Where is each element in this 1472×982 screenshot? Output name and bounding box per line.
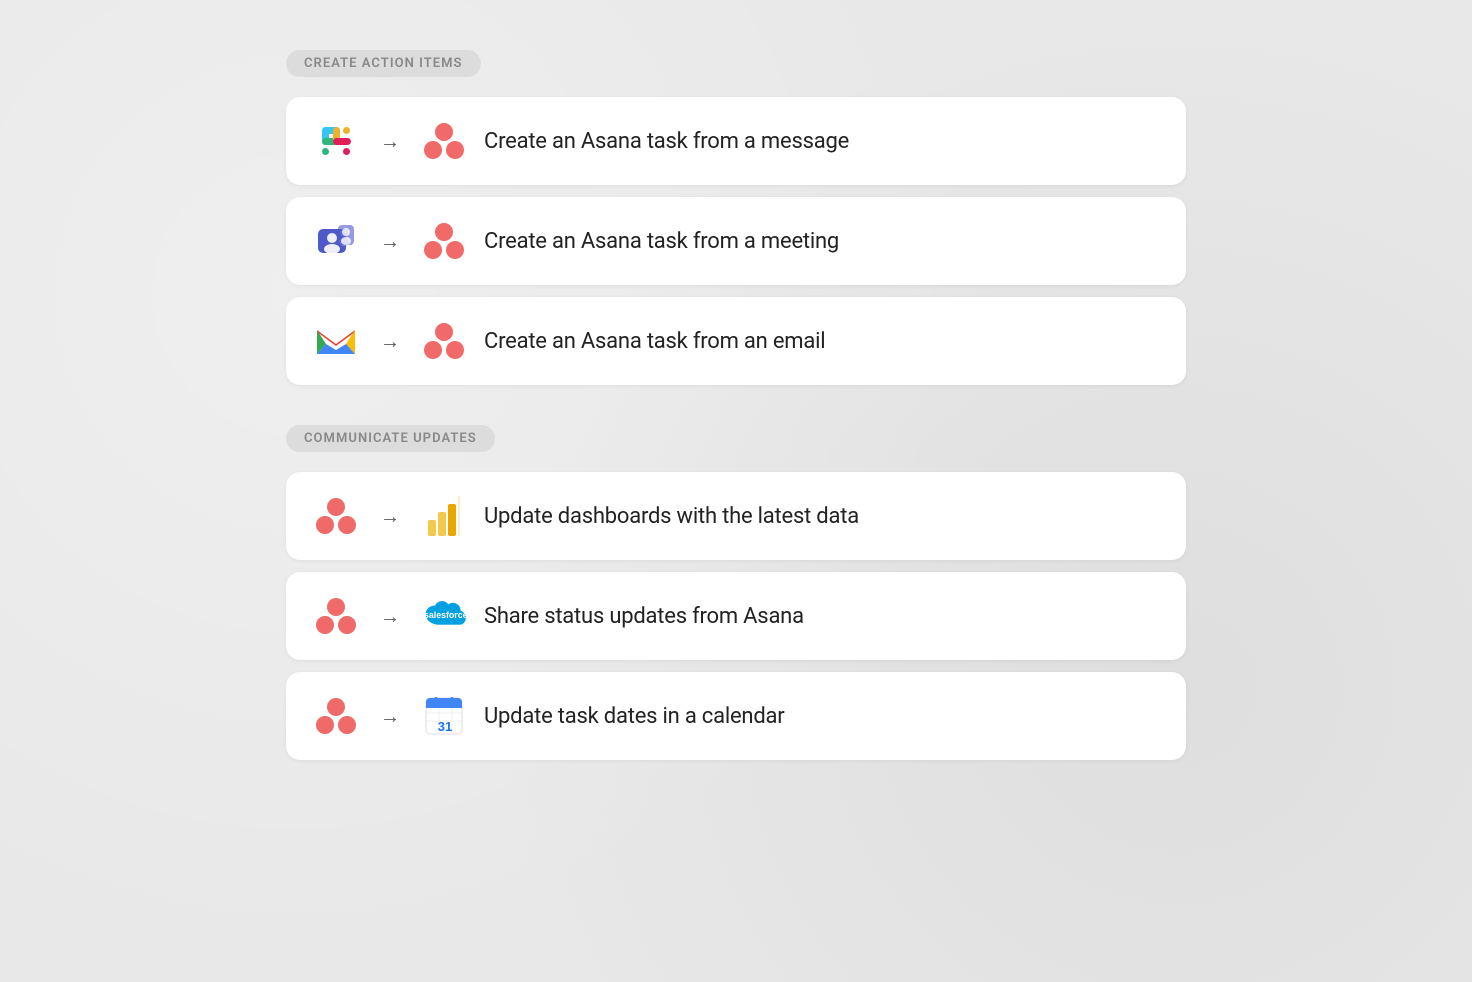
- card-label: Update task dates in a calendar: [484, 704, 785, 729]
- asana-icon: [314, 494, 358, 538]
- asana-icon: [422, 119, 466, 163]
- powerbi-icon: [422, 494, 466, 538]
- card-slack-to-asana[interactable]: → Create an Asana task from a message: [286, 97, 1186, 185]
- salesforce-icon: salesforce: [422, 594, 466, 638]
- gcal-icon: 31: [422, 694, 466, 738]
- card-asana-to-gcal[interactable]: → 31 Update task dates in a calendar: [286, 672, 1186, 760]
- asana-icon: [422, 219, 466, 263]
- section-create-action-items: CREATE ACTION ITEMS → Create an Asana ta…: [286, 50, 1186, 385]
- card-asana-to-powerbi[interactable]: → Update dashboards with the latest data: [286, 472, 1186, 560]
- svg-text:31: 31: [438, 719, 452, 734]
- slack-icon: [314, 119, 358, 163]
- card-label: Share status updates from Asana: [484, 604, 804, 629]
- arrow-icon: →: [380, 329, 400, 354]
- card-label: Create an Asana task from a message: [484, 129, 849, 154]
- section-label-create-action-items: CREATE ACTION ITEMS: [286, 50, 481, 77]
- teams-icon: [314, 219, 358, 263]
- arrow-icon: →: [380, 604, 400, 629]
- card-label: Update dashboards with the latest data: [484, 504, 859, 529]
- arrow-icon: →: [380, 129, 400, 154]
- card-label: Create an Asana task from an email: [484, 329, 825, 354]
- arrow-icon: →: [380, 504, 400, 529]
- arrow-icon: →: [380, 704, 400, 729]
- main-container: CREATE ACTION ITEMS → Create an Asana ta…: [286, 50, 1186, 800]
- section-label-communicate-updates: COMMUNICATE UPDATES: [286, 425, 495, 452]
- asana-icon: [314, 694, 358, 738]
- svg-text:salesforce: salesforce: [424, 610, 466, 620]
- card-asana-to-salesforce[interactable]: → salesforce Share status updates from A…: [286, 572, 1186, 660]
- gmail-icon: [314, 319, 358, 363]
- card-label: Create an Asana task from a meeting: [484, 229, 839, 254]
- asana-icon: [422, 319, 466, 363]
- card-teams-to-asana[interactable]: → Create an Asana task from a meeting: [286, 197, 1186, 285]
- section-communicate-updates: COMMUNICATE UPDATES → Update dashboards …: [286, 425, 1186, 760]
- arrow-icon: →: [380, 229, 400, 254]
- card-gmail-to-asana[interactable]: → Create an Asana task from an email: [286, 297, 1186, 385]
- asana-icon: [314, 594, 358, 638]
